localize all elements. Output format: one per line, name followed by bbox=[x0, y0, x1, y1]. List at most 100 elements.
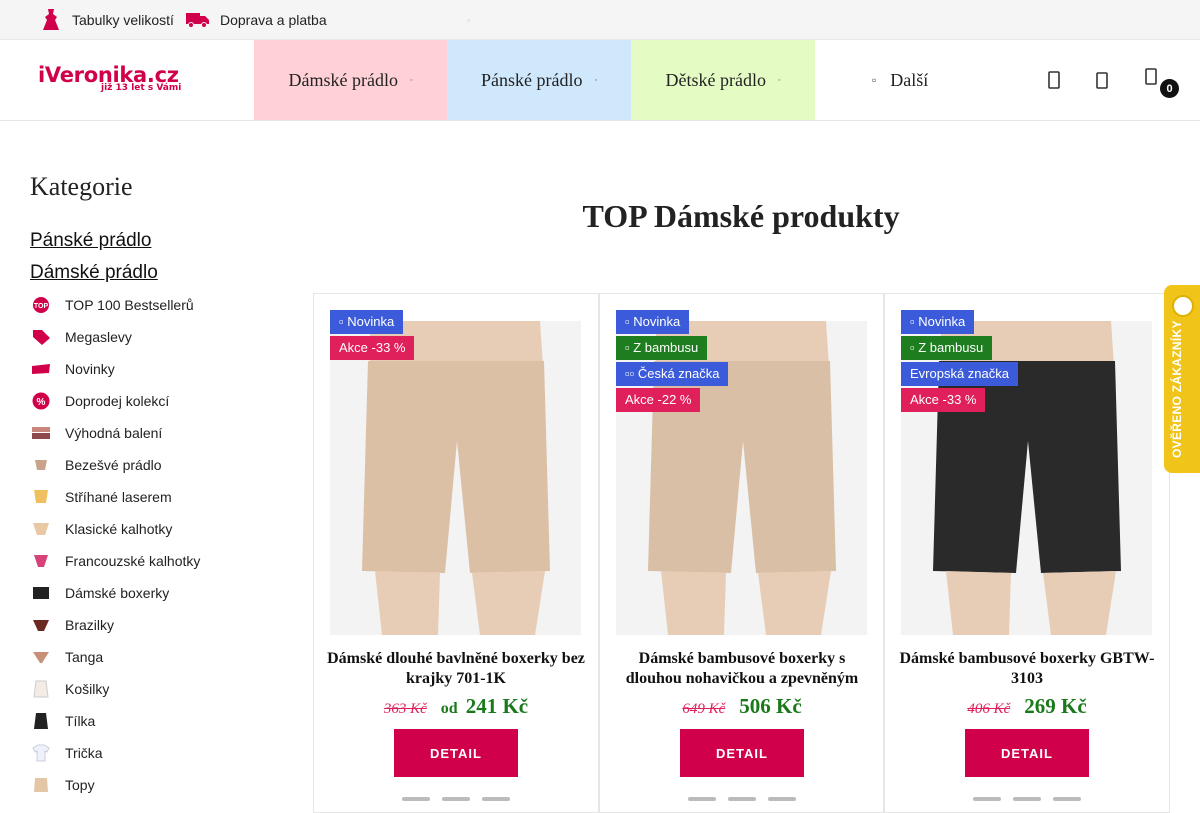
sidebar-item[interactable]: Košilky bbox=[30, 673, 270, 705]
sidebar-item-label: Brazilky bbox=[65, 617, 115, 633]
detail-button[interactable]: DETAIL bbox=[394, 729, 518, 777]
french-briefs-icon bbox=[30, 552, 52, 570]
menu-icon: ▫ bbox=[872, 72, 877, 87]
dress-icon bbox=[43, 9, 59, 30]
header: iVeronika.cz již 13 let s Vámi Dámské pr… bbox=[0, 40, 1200, 121]
color-swatches[interactable] bbox=[973, 797, 1081, 801]
sidebar-item[interactable]: % Doprodej kolekcí bbox=[30, 385, 270, 417]
product-badge: ▫ Novinka bbox=[330, 310, 404, 334]
old-price: 406 Kč bbox=[967, 701, 1011, 717]
swatch[interactable] bbox=[442, 797, 470, 801]
chevron-down-icon: ▫ bbox=[409, 76, 413, 84]
product-badge: ▫ Novinka bbox=[901, 310, 975, 334]
product-badge: ▫ Z bambusu bbox=[901, 336, 993, 360]
sidebar-link-mens[interactable]: Pánské prádlo bbox=[30, 230, 151, 252]
sidebar-item[interactable]: Tílka bbox=[30, 705, 270, 737]
sidebar-item-label: TOP 100 Bestsellerů bbox=[65, 297, 194, 313]
product-badge: Akce -33 % bbox=[330, 336, 415, 360]
verified-by-customers-widget[interactable]: OVĚŘENO ZÁKAZNÍKY bbox=[1164, 285, 1200, 473]
nav-kids-underwear[interactable]: Dětské prádlo ▫ bbox=[631, 40, 815, 120]
sidebar-item[interactable]: Výhodná balení bbox=[30, 417, 270, 449]
swatch[interactable] bbox=[1013, 797, 1041, 801]
sidebar-item[interactable]: Topy bbox=[30, 769, 270, 801]
sidebar-item[interactable]: Megaslevy bbox=[30, 321, 270, 353]
product-name[interactable]: Dámské bambusové boxerky GBTW-3103 bbox=[895, 649, 1159, 689]
sidebar-item[interactable]: Stříhané laserem bbox=[30, 481, 270, 513]
top-bar: Tabulky velikostí Doprava a platba ▫ bbox=[0, 0, 1200, 40]
sidebar-item[interactable]: Dámské boxerky bbox=[30, 577, 270, 609]
sidebar-item-label: Dámské boxerky bbox=[65, 585, 170, 601]
tshirt-icon bbox=[30, 744, 52, 762]
nav-more[interactable]: ▫ Další bbox=[872, 40, 928, 120]
swatch[interactable] bbox=[1053, 797, 1081, 801]
sidebar-item-label: Tílka bbox=[65, 713, 96, 729]
sidebar-item-label: Košilky bbox=[65, 681, 110, 697]
sidebar-item[interactable]: Bezešvé prádlo bbox=[30, 449, 270, 481]
swatch[interactable] bbox=[482, 797, 510, 801]
sidebar-item-label: Tanga bbox=[65, 649, 104, 665]
product-name[interactable]: Dámské bambusové boxerky s dlouhou nohav… bbox=[610, 649, 874, 689]
camisole-icon bbox=[30, 680, 52, 698]
sidebar-title: Kategorie bbox=[30, 172, 133, 201]
color-swatches[interactable] bbox=[688, 797, 796, 801]
sidebar-item[interactable]: Tanga bbox=[30, 641, 270, 673]
svg-text:TOP: TOP bbox=[34, 303, 49, 310]
swatch[interactable] bbox=[973, 797, 1001, 801]
sidebar-item-label: Megaslevy bbox=[65, 329, 132, 345]
current-price: 506 Kč bbox=[739, 694, 802, 718]
swatch[interactable] bbox=[768, 797, 796, 801]
cart-count-badge: 0 bbox=[1160, 79, 1179, 98]
badge-list: ▫ Novinka ▫ Z bambusu Evropská značka Akce … bbox=[901, 310, 1018, 414]
detail-button[interactable]: DETAIL bbox=[680, 729, 804, 777]
sidebar-item-label: Stříhané laserem bbox=[65, 489, 172, 505]
nav-womens-underwear[interactable]: Dámské prádlo ▫ bbox=[254, 40, 447, 120]
nav-womens-label: Dámské prádlo bbox=[288, 69, 398, 90]
chevron-down-icon: ▫ bbox=[594, 76, 597, 84]
price-row: 649 Kč 506 Kč bbox=[600, 694, 884, 719]
product-name[interactable]: Dámské dlouhé bavlněné boxerky bez krajk… bbox=[324, 649, 588, 689]
topbar-mini-symbol: ▫ bbox=[467, 16, 470, 25]
size-tables-link[interactable]: Tabulky velikostí bbox=[40, 0, 174, 40]
sidebar-item[interactable]: Novinky bbox=[30, 353, 270, 385]
swatch[interactable] bbox=[728, 797, 756, 801]
sidebar-item-label: Doprodej kolekcí bbox=[65, 393, 170, 409]
account-button[interactable] bbox=[1090, 68, 1114, 92]
nav-more-label: Další bbox=[890, 69, 929, 90]
percent-circle-icon: % bbox=[30, 392, 52, 410]
product-card[interactable]: ▫ Novinka Akce -33 % Dámské dlouhé bavlněn… bbox=[313, 293, 599, 813]
swatch[interactable] bbox=[688, 797, 716, 801]
swatch[interactable] bbox=[402, 797, 430, 801]
product-badge: Akce -33 % bbox=[901, 388, 986, 412]
search-button[interactable] bbox=[1042, 68, 1066, 92]
sidebar-item[interactable]: Francouzské kalhotky bbox=[30, 545, 270, 577]
sidebar-item-label: Francouzské kalhotky bbox=[65, 553, 201, 569]
product-card[interactable]: ▫ Novinka ▫ Z bambusu Evropská značka Akce … bbox=[884, 293, 1170, 813]
cart-icon bbox=[1145, 68, 1157, 85]
nav-mens-label: Pánské prádlo bbox=[481, 69, 583, 90]
top-icon bbox=[30, 776, 52, 794]
pack-icon bbox=[30, 424, 52, 442]
shipping-link[interactable]: Doprava a platba bbox=[186, 0, 327, 40]
nav-mens-underwear[interactable]: Pánské prádlo ▫ bbox=[447, 40, 631, 120]
product-image[interactable] bbox=[330, 321, 581, 635]
sidebar-item[interactable]: Klasické kalhotky bbox=[30, 513, 270, 545]
nav-kids-label: Dětské prádlo bbox=[665, 69, 766, 90]
price-row: 406 Kč 269 Kč bbox=[885, 694, 1169, 719]
sidebar-item-label: Trička bbox=[65, 745, 103, 761]
tag-percent-icon bbox=[30, 328, 52, 346]
sidebar-item-label: Bezešvé prádlo bbox=[65, 457, 162, 473]
tank-top-icon bbox=[30, 712, 52, 730]
sidebar-item[interactable]: Trička bbox=[30, 737, 270, 769]
color-swatches[interactable] bbox=[402, 797, 510, 801]
logo[interactable]: iVeronika.cz již 13 let s Vámi bbox=[38, 63, 198, 99]
seamless-icon bbox=[30, 456, 52, 474]
sidebar-item[interactable]: Brazilky bbox=[30, 609, 270, 641]
sidebar-item-label: Novinky bbox=[65, 361, 115, 377]
svg-text:%: % bbox=[37, 397, 46, 408]
sidebar-link-womens[interactable]: Dámské prádlo bbox=[30, 262, 158, 284]
product-badge: ▫ Novinka bbox=[616, 310, 690, 334]
product-card[interactable]: ▫ Novinka ▫ Z bambusu ▫▫ Česká značka Akce … bbox=[599, 293, 884, 813]
product-badge: Akce -22 % bbox=[616, 388, 701, 412]
detail-button[interactable]: DETAIL bbox=[965, 729, 1089, 777]
sidebar-item[interactable]: TOP TOP 100 Bestsellerů bbox=[30, 289, 270, 321]
